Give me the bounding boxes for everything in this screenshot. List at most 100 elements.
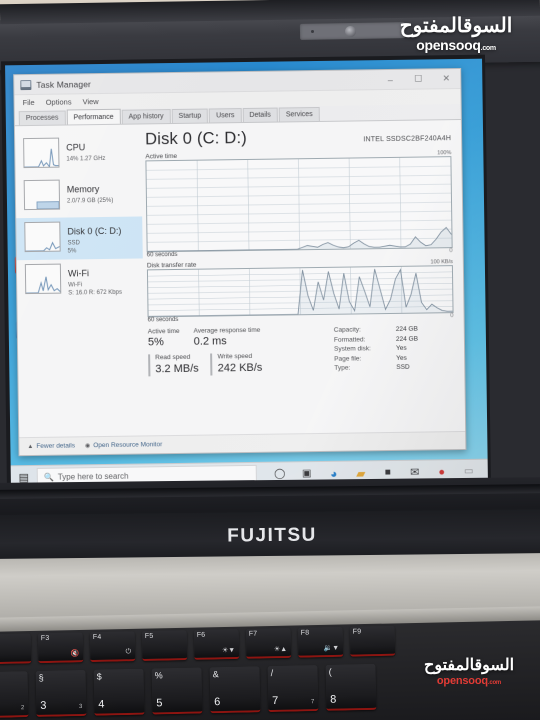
- active-time-chart: [145, 156, 453, 253]
- transfer-rate-footer-label: 60 seconds: [147, 316, 179, 324]
- key-3-sub: 3: [78, 703, 83, 711]
- key-f8-label: F8: [300, 629, 310, 637]
- window-title: Task Manager: [36, 78, 91, 90]
- key-f7-brightness-up-icon: ☀▲: [273, 645, 288, 654]
- transfer-rate-footer-right: 0: [450, 313, 454, 320]
- fujitsu-logo: FUJITSU: [227, 524, 317, 547]
- active-time-footer-right: 0: [449, 248, 453, 255]
- tab-users[interactable]: Users: [209, 108, 242, 123]
- stat-write-speed: Write speed 242 KB/s: [210, 352, 263, 376]
- key-f5[interactable]: F5: [141, 630, 188, 662]
- sidebar-item-memory[interactable]: Memory 2.0/7.9 GB (25%): [16, 174, 143, 218]
- key-6-label: 6: [214, 696, 221, 709]
- opera-icon[interactable]: ●: [435, 465, 449, 479]
- key-4-label: 4: [98, 698, 105, 711]
- task-manager-window: Task Manager – ☐ ✕ File Options View Pro…: [13, 67, 467, 457]
- property-system-disk-value: Yes: [396, 344, 407, 353]
- sidebar-item-cpu[interactable]: CPU 14% 1.27 GHz: [15, 132, 142, 176]
- transfer-rate-chart: [146, 265, 454, 318]
- disk-statistics: Active time 5% Average response time 0.2…: [148, 324, 455, 377]
- key-7-sub: 7: [310, 699, 315, 706]
- key-f3-label: F3: [40, 634, 50, 643]
- key-f6[interactable]: F6 ☀▼: [193, 628, 240, 660]
- stat-average-response-time-value: 0.2 ms: [193, 335, 227, 349]
- performance-body: CPU 14% 1.27 GHz Memory 2.0/7.9 GB (25%): [14, 119, 466, 438]
- disk-header: Disk 0 (C: D:) INTEL SSDSC2BF240A4H: [145, 126, 451, 149]
- key-6-top: &: [212, 669, 219, 680]
- key-f9[interactable]: F9: [349, 625, 396, 657]
- cpu-thumbnail-graph: [23, 137, 60, 169]
- property-page-file-value: Yes: [396, 354, 407, 362]
- key-2-top: ": [0, 673, 25, 684]
- key-f2-label: F2: [0, 635, 28, 643]
- key-7[interactable]: / 7 7: [267, 665, 319, 713]
- key-f8-volume-down-icon: 🔉▼: [323, 644, 340, 653]
- sidebar-item-cpu-stats: 14% 1.27 GHz: [66, 155, 106, 163]
- sidebar-item-wifi[interactable]: Wi-Fi Wi-Fi S: 16.0 R: 672 Kbps: [17, 258, 144, 302]
- key-f5-label: F5: [144, 632, 154, 640]
- key-2[interactable]: "22: [0, 671, 29, 719]
- disk-thumbnail-graph: [24, 221, 61, 253]
- property-type: Type: SSD: [334, 363, 454, 374]
- key-8[interactable]: (8: [325, 663, 377, 711]
- stat-active-time: Active time 5%: [148, 328, 180, 351]
- tab-startup[interactable]: Startup: [171, 108, 209, 124]
- key-8-label: 8: [330, 693, 337, 706]
- task-manager-icon: [20, 79, 32, 90]
- fewer-details-button[interactable]: ▲ Fewer details: [27, 442, 75, 450]
- microsoft-store-icon[interactable]: ■: [381, 465, 395, 479]
- edge-icon[interactable]: ◕: [327, 466, 341, 480]
- key-f4-glyph-icon: ⏻: [125, 648, 132, 656]
- key-f8[interactable]: F8 🔉▼: [297, 626, 344, 658]
- key-f3[interactable]: F3 🔇: [37, 632, 84, 664]
- stat-read-speed: Read speed 3.2 MB/s: [148, 353, 199, 377]
- minimize-button[interactable]: –: [376, 69, 404, 89]
- tab-app-history[interactable]: App history: [121, 109, 171, 124]
- wifi-thumbnail-graph: [24, 263, 62, 295]
- page-title: Disk 0 (C: D:): [144, 128, 248, 149]
- key-f4-label: F4: [92, 633, 102, 642]
- key-f7[interactable]: F7 ☀▲: [245, 627, 292, 659]
- stat-read-speed-value: 3.2 MB/s: [155, 362, 199, 375]
- stat-average-response-time: Average response time 0.2 ms: [194, 327, 261, 350]
- sidebar-item-memory-stats: 2.0/7.9 GB (25%): [66, 197, 114, 205]
- key-5-label: 5: [156, 697, 163, 710]
- property-type-key: Type:: [334, 364, 351, 373]
- key-6[interactable]: & 6: [209, 666, 261, 714]
- active-time-footer-label: 60 seconds: [146, 251, 178, 259]
- fewer-details-label: Fewer details: [36, 442, 76, 450]
- mail-icon[interactable]: ✉: [408, 465, 422, 479]
- tab-processes[interactable]: Processes: [18, 110, 66, 126]
- search-icon: 🔍: [43, 472, 54, 482]
- key-4[interactable]: $4: [93, 668, 145, 716]
- key-f2[interactable]: F2: [0, 633, 32, 665]
- tab-services[interactable]: Services: [278, 106, 320, 122]
- property-type-value: SSD: [396, 364, 410, 372]
- key-3-label: 3: [40, 699, 47, 712]
- chat-icon[interactable]: ▭: [462, 464, 476, 478]
- key-2-sub: 2: [20, 705, 25, 712]
- sidebar-item-disk-0[interactable]: Disk 0 (C: D:) SSD 5%: [16, 216, 143, 261]
- key-5-top: %: [154, 670, 163, 681]
- property-capacity-value: 224 GB: [395, 325, 418, 333]
- menu-item-view[interactable]: View: [82, 97, 98, 106]
- key-3[interactable]: § 3 3: [35, 669, 87, 717]
- maximize-button[interactable]: ☐: [404, 69, 432, 89]
- close-button[interactable]: ✕: [432, 68, 460, 88]
- sidebar-item-cpu-name: CPU: [66, 142, 86, 153]
- file-explorer-icon[interactable]: ▰: [354, 466, 368, 480]
- tab-details[interactable]: Details: [242, 107, 278, 123]
- menu-item-options[interactable]: Options: [46, 97, 72, 106]
- tab-performance[interactable]: Performance: [66, 108, 121, 125]
- number-key-row: "22 §33 $4 %5 &6 /77 (8: [0, 663, 377, 719]
- key-3-top: §: [38, 672, 44, 683]
- open-resource-monitor-link[interactable]: ◉ Open Resource Monitor: [85, 441, 162, 449]
- key-7-top: /: [270, 667, 274, 679]
- key-f3-mute-icon: 🔇: [70, 650, 80, 658]
- key-f4[interactable]: F4 ⏻: [89, 631, 136, 663]
- stat-average-response-time-key: Average response time: [193, 326, 261, 335]
- property-formatted-value: 224 GB: [395, 335, 419, 343]
- key-f9-label: F9: [352, 628, 362, 636]
- menu-item-file[interactable]: File: [23, 98, 35, 107]
- key-5[interactable]: % 5: [151, 667, 203, 715]
